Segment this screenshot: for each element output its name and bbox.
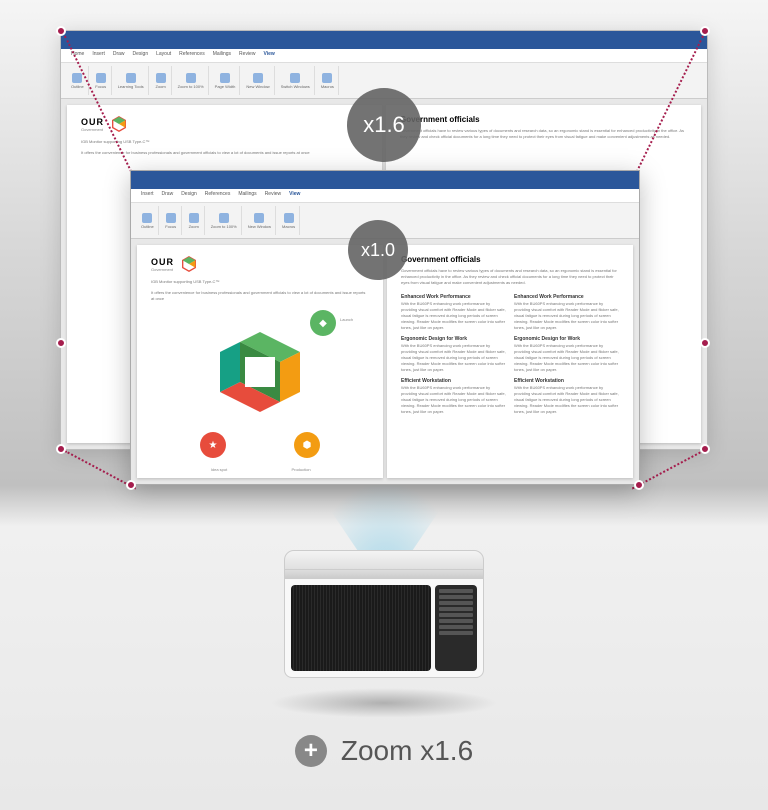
projector-lens-strip: [284, 570, 484, 578]
subtitle-text: IGB Monitor supporting USB Type-C™: [81, 139, 368, 145]
projector-shadow: [270, 688, 498, 718]
hexagon-3d-icon: [190, 312, 330, 452]
ribbon-tab: Draw: [162, 191, 174, 202]
corner-marker: [56, 338, 66, 348]
section-text: With the BU60PS enhancing work performan…: [401, 343, 506, 373]
projected-screen-small: Insert Draw Design References Mailings R…: [130, 170, 640, 485]
section-text: With the BU60PS enhancing work performan…: [514, 301, 619, 331]
ribbon-tab: Insert: [141, 191, 154, 202]
projector-body: [284, 578, 484, 678]
port: [439, 607, 473, 611]
ribbon-tab: Mailings: [238, 191, 256, 202]
section-heading: Efficient Workstation: [401, 378, 506, 384]
ribbon-tabs: Home Insert Draw Design Layout Reference…: [61, 49, 707, 63]
ribbon-tab-active: View: [289, 191, 300, 202]
subtitle-text: IGB Monitor supporting USB Type-C™: [151, 279, 369, 285]
ribbon-tab: Review: [265, 191, 281, 202]
section-text: With the BU60PS enhancing work performan…: [514, 343, 619, 373]
ribbon-tab: Draw: [113, 51, 125, 62]
zoom-badge-large: x1.6: [347, 88, 421, 162]
section-text: With the BU60PS enhancing work performan…: [514, 385, 619, 415]
ribbon-tab: Layout: [156, 51, 171, 62]
corner-marker: [56, 444, 66, 454]
ribbon-tab: Design: [181, 191, 197, 202]
port: [439, 619, 473, 623]
section-text: With the BU60PS enhancing work performan…: [401, 385, 506, 415]
brand-sublabel: Government: [81, 127, 104, 132]
info-label: Production: [276, 467, 326, 472]
zoom-caption: + Zoom x1.6: [0, 735, 768, 767]
zoom-badge-small: x1.0: [348, 220, 408, 280]
info-circle-top: ◆: [310, 310, 336, 336]
ribbon-header: [131, 171, 639, 189]
port: [439, 601, 473, 605]
hexagon-infographic: ◆ Launch ★ Idea spot ⬢ Production: [190, 312, 330, 452]
caption-text: Zoom x1.6: [341, 735, 473, 767]
port: [439, 595, 473, 599]
port: [439, 613, 473, 617]
ribbon-tab: Design: [133, 51, 149, 62]
ribbon-tab: References: [179, 51, 205, 62]
ribbon-header: [61, 31, 707, 49]
ribbon-tab: Insert: [92, 51, 105, 62]
ribbon-tab: References: [205, 191, 231, 202]
page-heading: Government officials: [400, 115, 687, 124]
section-heading: Ergonomic Design for Work: [401, 336, 506, 342]
info-circle-left: ★: [200, 432, 226, 458]
section-heading: Enhanced Work Performance: [401, 294, 506, 300]
brand-label: OUR: [151, 257, 174, 267]
projector-device: [284, 550, 484, 690]
corner-marker: [634, 480, 644, 490]
plus-icon: +: [295, 735, 327, 767]
port: [439, 631, 473, 635]
port: [439, 589, 473, 593]
hexagon-logo-icon: [180, 255, 198, 273]
projector-ports-panel: [435, 585, 477, 671]
corner-marker: [126, 480, 136, 490]
corner-marker: [700, 26, 710, 36]
info-label: Launch: [340, 317, 383, 322]
intro-text: Government officials have to review vari…: [401, 268, 619, 286]
info-circle-right: ⬢: [294, 432, 320, 458]
ribbon-tabs: Insert Draw Design References Mailings R…: [131, 189, 639, 203]
section-heading: Ergonomic Design for Work: [514, 336, 619, 342]
section-heading: Efficient Workstation: [514, 378, 619, 384]
section-heading: Enhanced Work Performance: [514, 294, 619, 300]
corner-marker: [56, 26, 66, 36]
ribbon-tab-active: View: [263, 51, 274, 62]
corner-marker: [700, 444, 710, 454]
intro-text: Government officials have to review vari…: [400, 128, 687, 140]
brand-sublabel: Government: [151, 267, 174, 272]
projector-grille: [291, 585, 431, 671]
info-label: Idea spot: [194, 467, 244, 472]
projector-top: [284, 550, 484, 570]
page-left: OUR Government IGB Monitor supporting US…: [137, 245, 383, 478]
ribbon-tab: Review: [239, 51, 255, 62]
ribbon-tab: Mailings: [213, 51, 231, 62]
port: [439, 625, 473, 629]
page-right: Government officials Government official…: [387, 245, 633, 478]
brand-label: OUR: [81, 117, 104, 127]
page-heading: Government officials: [401, 255, 619, 264]
body-text: It offers the convenience for business p…: [151, 290, 369, 302]
hexagon-logo-icon: [110, 115, 128, 133]
corner-marker: [700, 338, 710, 348]
section-text: With the BU60PS enhancing work performan…: [401, 301, 506, 331]
